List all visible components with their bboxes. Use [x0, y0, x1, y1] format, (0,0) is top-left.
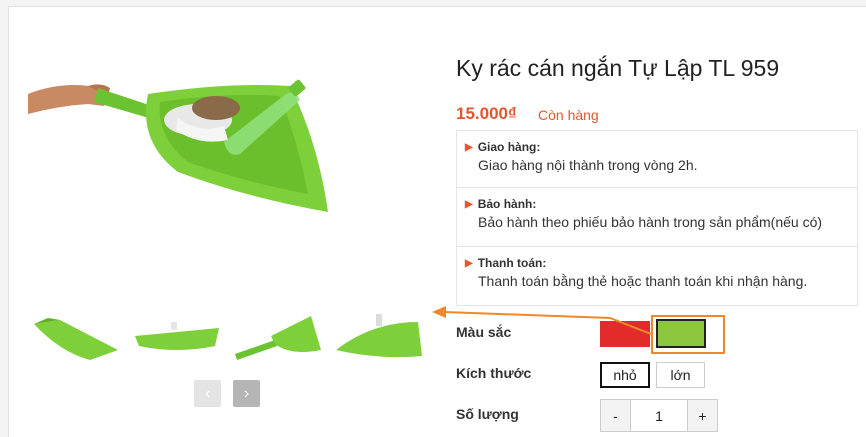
product-thumbnail[interactable] [332, 310, 426, 366]
product-thumbnail[interactable] [131, 310, 225, 366]
chevron-left-icon: ‹ [204, 384, 211, 402]
info-heading: Bảo hành: [477, 197, 537, 211]
product-price: 15.000₫ [456, 104, 517, 123]
triangle-right-icon: ▶ [465, 257, 473, 269]
triangle-right-icon: ▶ [465, 141, 473, 153]
info-payment: ▶ Thanh toán: Thanh toán bằng thẻ hoặc th… [457, 246, 857, 305]
info-warranty: ▶ Bảo hành: Bảo hành theo phiếu bảo hành … [457, 187, 857, 246]
product-info-box: ▶ Giao hàng: Giao hàng nội thành trong vò… [456, 130, 858, 306]
selection-highlight [651, 315, 725, 354]
gallery-next-button[interactable]: › [233, 380, 260, 407]
stock-status: Còn hàng [538, 107, 599, 123]
info-text: Thanh toán bằng thẻ hoặc thanh toán khi … [478, 273, 808, 289]
triangle-right-icon: ▶ [465, 198, 473, 210]
color-swatch-red[interactable] [600, 321, 650, 347]
quantity-decrease-button[interactable]: - [600, 399, 631, 432]
quantity-increase-button[interactable]: + [687, 399, 718, 432]
size-option-small[interactable]: nhỏ [600, 362, 650, 388]
info-heading: Thanh toán: [477, 256, 547, 270]
size-label: Kích thước [456, 365, 532, 381]
size-option-large[interactable]: lớn [656, 362, 705, 388]
chevron-right-icon: › [243, 384, 250, 402]
color-label: Màu sắc [456, 324, 512, 340]
quantity-input[interactable] [631, 399, 687, 432]
product-thumbnail[interactable] [30, 310, 124, 366]
product-title: Ky rác cán ngắn Tự Lập TL 959 [456, 55, 780, 81]
product-thumbnail[interactable] [231, 310, 325, 366]
info-delivery: ▶ Giao hàng: Giao hàng nội thành trong vò… [457, 131, 857, 187]
info-text: Giao hàng nội thành trong vòng 2h. [478, 157, 698, 173]
gallery-prev-button[interactable]: ‹ [194, 380, 221, 407]
info-heading: Giao hàng: [477, 140, 541, 154]
info-text: Bảo hành theo phiếu bảo hành trong sản p… [478, 214, 823, 230]
product-main-image [28, 79, 328, 212]
quantity-label: Số lượng [456, 406, 519, 422]
